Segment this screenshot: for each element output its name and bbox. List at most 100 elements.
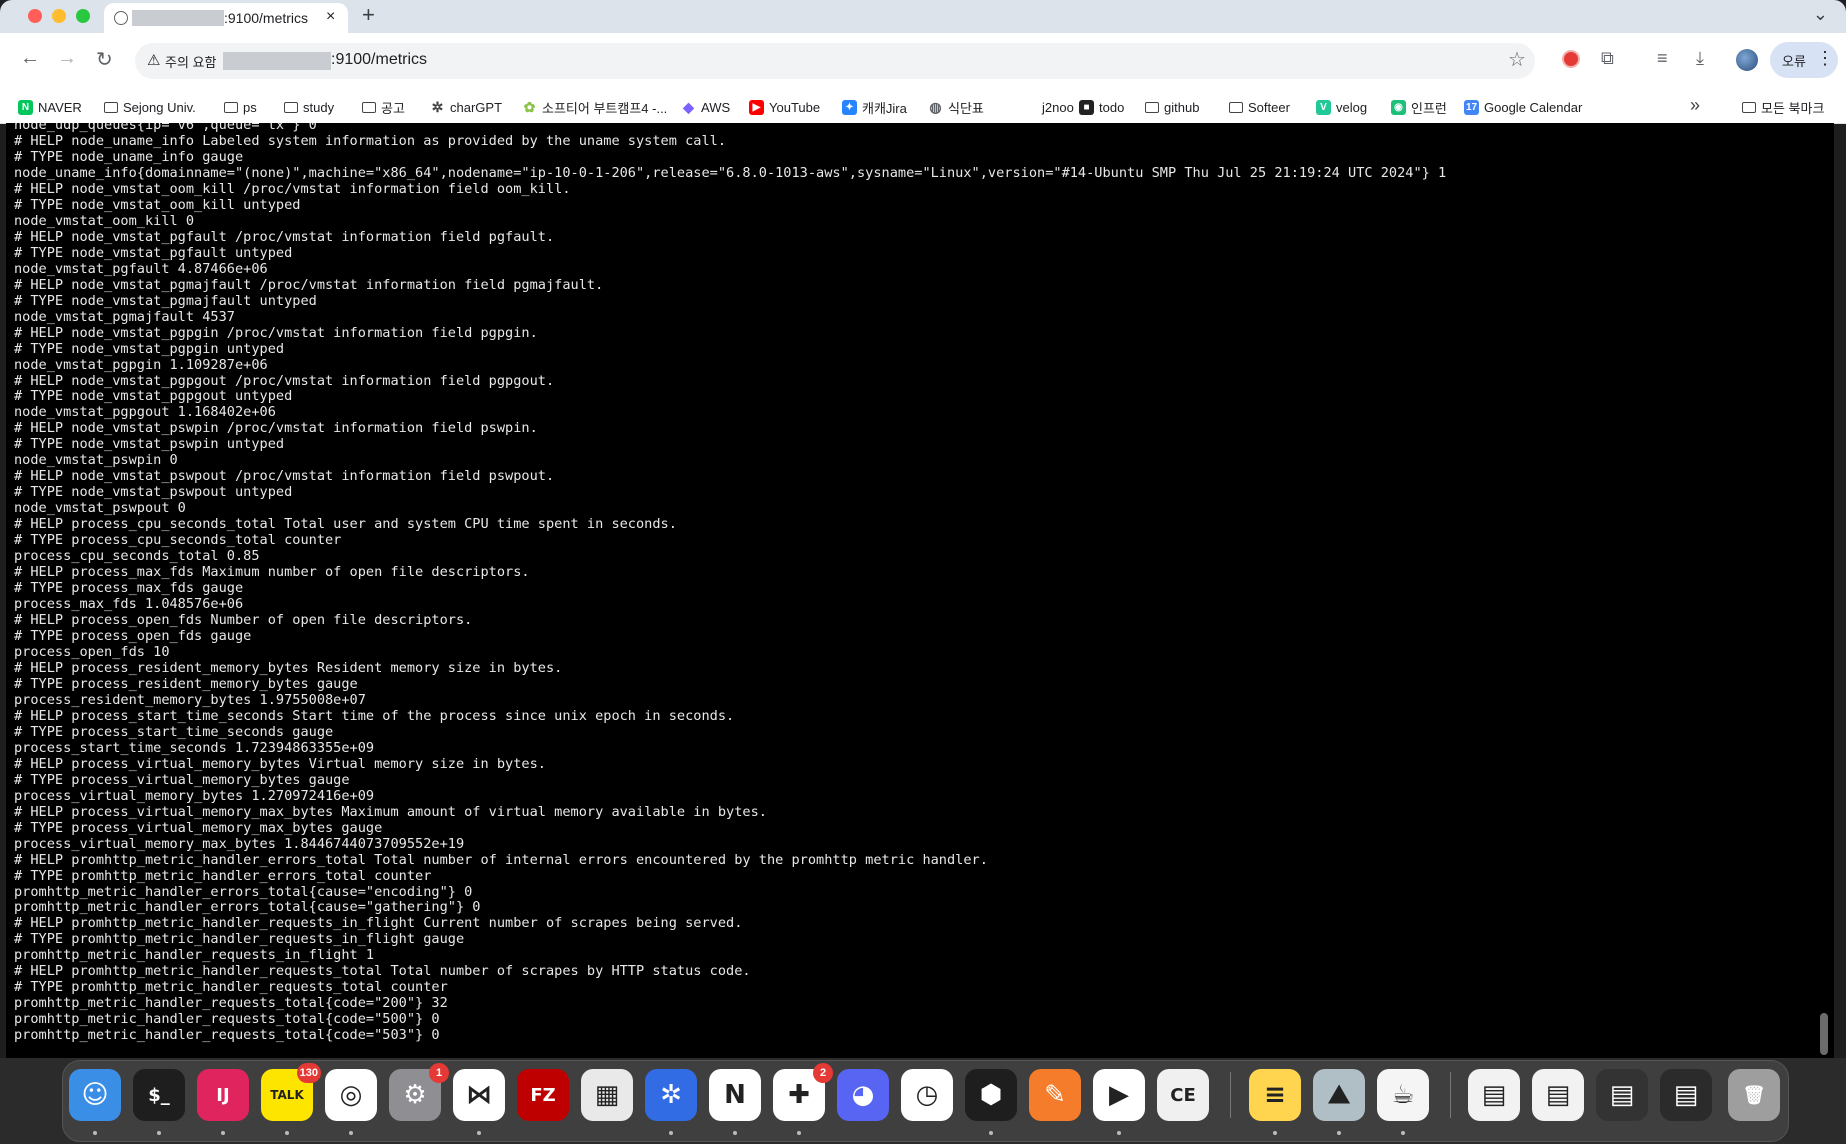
back-button[interactable]: ←: [20, 47, 40, 70]
running-indicator: [157, 1131, 161, 1135]
forward-button[interactable]: →: [57, 47, 77, 70]
window-thumb-2-icon[interactable]: ▤: [1532, 1069, 1584, 1121]
bookmark-label: Softeer: [1248, 99, 1290, 115]
window-thumb-1-icon[interactable]: ▤: [1468, 1069, 1520, 1121]
bookmark-4[interactable]: 공고: [362, 98, 405, 116]
softeer-icon: ✿: [523, 98, 536, 115]
metric-line: # TYPE node_vmstat_pgpgout untyped: [14, 388, 293, 405]
fullscreen-window-button[interactable]: [76, 9, 90, 23]
notification-badge: 130: [296, 1063, 321, 1083]
bookmark-3[interactable]: study: [284, 98, 334, 116]
finder-icon[interactable]: ☺: [69, 1069, 121, 1121]
chatgpt-icon: ✲: [431, 98, 444, 115]
bookmark-1[interactable]: Sejong Univ.: [104, 98, 196, 116]
discord-icon[interactable]: ◕: [837, 1069, 889, 1121]
chrome-icon[interactable]: ◎: [325, 1069, 377, 1121]
tab-search-icon[interactable]: ⌄: [1813, 4, 1828, 25]
window-thumb-4-icon[interactable]: ▤: [1660, 1069, 1712, 1121]
intellij-icon[interactable]: IJ: [197, 1069, 249, 1121]
screen-recorder-icon[interactable]: ▶: [1093, 1069, 1145, 1121]
pencil-app-icon[interactable]: ✎: [1029, 1069, 1081, 1121]
all-bookmarks-button[interactable]: 모든 북마크: [1742, 98, 1824, 116]
bookmark-2[interactable]: ps: [224, 98, 257, 116]
url-text[interactable]: :9100/metrics: [331, 51, 427, 69]
kakaotalk-icon[interactable]: TALK 130: [261, 1063, 321, 1121]
bookmark-label: j2noo: [1042, 99, 1074, 115]
bookmark-12[interactable]: ■ todo: [1079, 98, 1124, 116]
bookmark-label: study: [303, 99, 335, 115]
folder-icon: [362, 101, 376, 113]
bookmark-0[interactable]: N NAVER: [18, 98, 82, 116]
bookmark-label: todo: [1099, 99, 1125, 115]
address-bar[interactable]: ⚠ 주의 요함 :9100/metrics: [135, 43, 1535, 79]
running-indicator: [1337, 1131, 1341, 1135]
window-thumb-3-icon[interactable]: ▤: [1596, 1069, 1648, 1121]
extensions-icon[interactable]: ⧉: [1601, 48, 1614, 69]
filezilla-icon[interactable]: FZ: [517, 1069, 569, 1121]
kubernetes-icon[interactable]: ✲: [645, 1069, 697, 1121]
notes-icon[interactable]: ≡: [1249, 1069, 1301, 1121]
close-window-button[interactable]: [28, 9, 42, 23]
extension-red-icon[interactable]: [1562, 50, 1580, 68]
preview-icon[interactable]: ⛰: [1313, 1069, 1365, 1121]
running-indicator: [285, 1131, 289, 1135]
terminal-icon[interactable]: $_: [133, 1069, 185, 1121]
bookmark-17[interactable]: 17 Google Calendar: [1464, 98, 1582, 116]
bookmark-15[interactable]: Vvelog: [1316, 98, 1367, 116]
bookmark-13[interactable]: github: [1145, 98, 1199, 116]
vscode-icon[interactable]: ⋈: [453, 1069, 505, 1121]
metric-line: # TYPE process_open_fds gauge: [14, 628, 252, 644]
running-indicator: [221, 1131, 225, 1135]
minimize-window-button[interactable]: [52, 9, 66, 23]
bookmark-14[interactable]: Softeer: [1229, 98, 1290, 116]
scrollbar-thumb[interactable]: [1820, 1013, 1828, 1055]
metric-line: # HELP process_virtual_memory_bytes Virt…: [14, 755, 546, 772]
warning-icon[interactable]: ⚠: [147, 51, 160, 69]
more-bookmarks-icon[interactable]: »: [1690, 95, 1700, 116]
bookmark-6[interactable]: ✿ 소프티어 부트캠프4 -...: [522, 98, 668, 116]
security-warning-label[interactable]: 주의 요함: [165, 52, 216, 71]
tab-metrics[interactable]: :9100/metrics ×: [104, 3, 348, 33]
bookmark-label: Google Calendar: [1484, 99, 1583, 115]
clock-icon[interactable]: ◷: [901, 1069, 953, 1121]
new-tab-button[interactable]: +: [362, 2, 375, 28]
bookmark-7[interactable]: ◆ AWS: [681, 98, 730, 116]
profile-avatar[interactable]: [1736, 49, 1758, 71]
notion-icon[interactable]: N: [709, 1069, 761, 1121]
error-label: 오류: [1782, 54, 1806, 69]
figma-icon[interactable]: ⬢: [965, 1069, 1017, 1121]
slack-icon[interactable]: ✚ 2: [773, 1063, 833, 1121]
java-icon[interactable]: ☕: [1377, 1069, 1429, 1121]
folder-icon: [1229, 101, 1243, 113]
bookmark-label: github: [1164, 99, 1200, 115]
jetbrains-ce-icon[interactable]: CE: [1157, 1069, 1209, 1121]
scrollbar[interactable]: [1818, 123, 1830, 1058]
metric-line: promhttp_metric_handler_errors_total{cau…: [14, 883, 473, 900]
bookmark-label: velog: [1336, 99, 1368, 115]
metric-line: process_start_time_seconds 1.72394863355…: [14, 739, 375, 756]
browser-toolbar: ← → ↻ ⚠ 주의 요함 :9100/metrics ☆ ⧉ ≡ ⤓ 오류 ⋮: [0, 33, 1846, 89]
metric-line: # HELP node_vmstat_pgpgout /proc/vmstat …: [14, 372, 555, 389]
naver-icon: N: [18, 99, 33, 115]
media-control-icon[interactable]: ≡: [1657, 48, 1668, 69]
system-settings-icon[interactable]: ⚙ 1: [389, 1063, 449, 1121]
close-tab-icon[interactable]: ×: [326, 8, 335, 26]
bookmark-5[interactable]: ✲ charGPT: [430, 98, 502, 116]
bookmark-11[interactable]: j2noo: [1022, 98, 1074, 116]
running-indicator: [989, 1131, 993, 1135]
bookmark-label: AWS: [701, 99, 731, 115]
bookmark-16[interactable]: ◉ 인프런: [1391, 98, 1447, 116]
download-icon[interactable]: ⤓: [1696, 48, 1704, 69]
bookmark-10[interactable]: ◍ 식단표: [928, 98, 984, 116]
bookmark-9[interactable]: ✦ 캐캐Jira: [842, 98, 907, 116]
trash-icon[interactable]: 🗑: [1728, 1069, 1780, 1121]
reload-button[interactable]: ↻: [96, 47, 113, 72]
launchpad-icon[interactable]: ▦: [581, 1069, 633, 1121]
error-menu-button[interactable]: 오류 ⋮: [1770, 42, 1838, 78]
metric-line: # HELP node_vmstat_pswpout /proc/vmstat …: [14, 468, 555, 485]
bookmark-label: 식단표: [948, 100, 984, 116]
bookmark-8[interactable]: ▶ YouTube: [749, 98, 820, 116]
bookmark-label: Sejong Univ.: [123, 99, 196, 115]
bookmark-star-icon[interactable]: ☆: [1508, 47, 1526, 72]
metric-line: promhttp_metric_handler_requests_total{c…: [14, 1027, 440, 1044]
